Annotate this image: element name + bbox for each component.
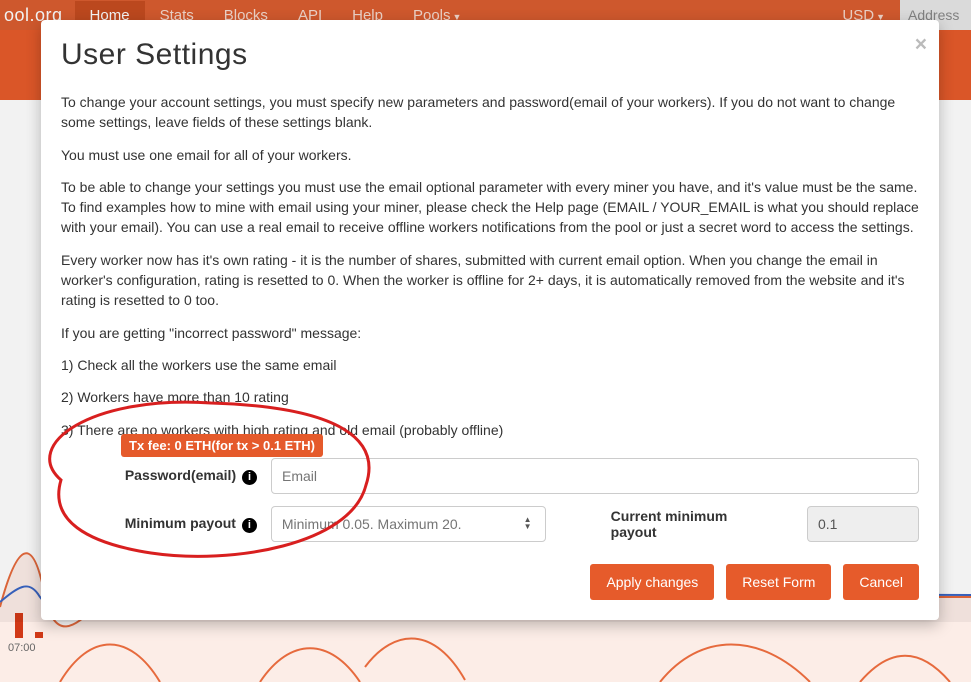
modal-title: User Settings [61,38,919,72]
password-label: Password(email) i [61,467,271,485]
tx-fee-tooltip: Tx fee: 0 ETH(for tx > 0.1 ETH) [121,434,323,457]
minimum-payout-input[interactable] [271,506,546,542]
apply-changes-button[interactable]: Apply changes [590,564,714,600]
user-settings-modal: × User Settings To change your account s… [41,20,939,620]
modal-paragraph: Every worker now has it's own rating - i… [61,250,919,311]
cancel-button[interactable]: Cancel [843,564,919,600]
info-icon[interactable]: i [242,470,257,485]
modal-list-item: 2) Workers have more than 10 rating [61,387,919,407]
time-axis-label: 07:00 [8,642,36,654]
modal-paragraph: If you are getting "incorrect password" … [61,323,919,343]
current-minimum-payout-value [807,506,919,542]
password-email-input[interactable] [271,458,919,494]
number-stepper[interactable]: ▲ ▼ [524,506,540,542]
close-icon[interactable]: × [915,34,927,55]
modal-paragraph: You must use one email for all of your w… [61,145,919,165]
modal-list-item: 1) Check all the workers use the same em… [61,355,919,375]
info-icon[interactable]: i [242,518,257,533]
minimum-payout-label: Minimum payout i [61,515,271,533]
reset-form-button[interactable]: Reset Form [726,564,831,600]
modal-paragraph: To change your account settings, you mus… [61,92,919,133]
current-minimum-payout-label: Current minimum payout [611,508,777,540]
chevron-down-icon[interactable]: ▼ [524,524,540,530]
modal-paragraph: To be able to change your settings you m… [61,177,919,238]
